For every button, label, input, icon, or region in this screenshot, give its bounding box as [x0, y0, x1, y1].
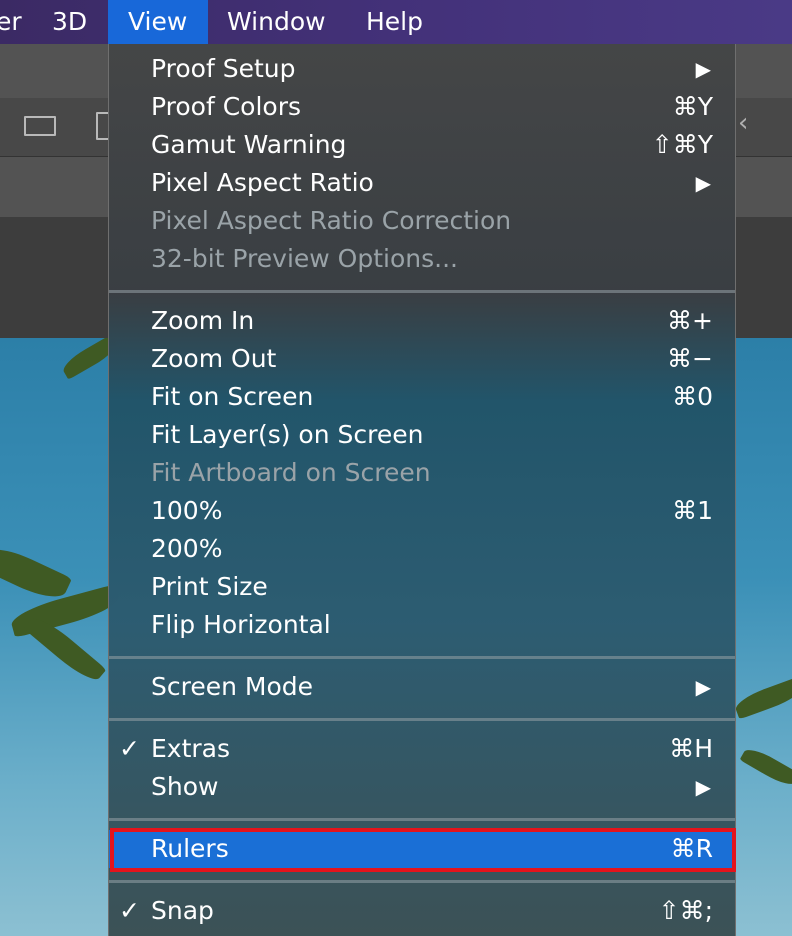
menu-item-zoom-200[interactable]: 200% — [109, 530, 735, 568]
menu-item-show[interactable]: Show ▶ — [109, 768, 735, 806]
menu-item-gamut-warning[interactable]: Gamut Warning ⇧⌘Y — [109, 126, 735, 164]
view-menu-dropdown: Proof Setup ▶ Proof Colors ⌘Y Gamut Warn… — [108, 44, 736, 936]
menu-item-rulers[interactable]: Rulers ⌘R — [109, 830, 735, 868]
menu-item-zoom-in[interactable]: Zoom In ⌘+ — [109, 302, 735, 340]
shortcut: ⌘+ — [667, 306, 713, 335]
menu-item-flip-horizontal[interactable]: Flip Horizontal — [109, 606, 735, 644]
menu-window[interactable]: Window — [227, 0, 326, 44]
menu-separator — [109, 656, 735, 659]
menu-item-fit-layers-on-screen[interactable]: Fit Layer(s) on Screen — [109, 416, 735, 454]
menu-bar: er 3D View Window Help — [0, 0, 792, 44]
submenu-arrow-icon: ▶ — [695, 171, 711, 195]
menu-item-extras[interactable]: ✓ Extras ⌘H — [109, 730, 735, 768]
shortcut: ⌘H — [669, 734, 713, 763]
menu-help[interactable]: Help — [366, 0, 423, 44]
menu-item-fit-on-screen[interactable]: Fit on Screen ⌘0 — [109, 378, 735, 416]
shortcut: ⌘R — [670, 834, 713, 863]
menu-item-proof-colors[interactable]: Proof Colors ⌘Y — [109, 88, 735, 126]
chevron-left-icon[interactable]: ‹ — [738, 108, 748, 138]
checkmark-icon: ✓ — [119, 896, 140, 925]
menu-item-fit-artboard-on-screen: Fit Artboard on Screen — [151, 458, 431, 487]
submenu-arrow-icon: ▶ — [695, 57, 711, 81]
menu-separator — [109, 818, 735, 821]
menu-item-pixel-aspect-ratio-correction: Pixel Aspect Ratio Correction — [151, 206, 512, 235]
menu-item-zoom-100[interactable]: 100% ⌘1 — [109, 492, 735, 530]
menu-item-print-size[interactable]: Print Size — [109, 568, 735, 606]
shortcut: ⇧⌘; — [658, 896, 713, 925]
menu-item-pixel-aspect-ratio[interactable]: Pixel Aspect Ratio ▶ — [109, 164, 735, 202]
menu-separator — [109, 880, 735, 883]
checkmark-icon: ✓ — [119, 734, 140, 763]
shortcut: ⌘1 — [672, 496, 713, 525]
shortcut: ⇧⌘Y — [651, 130, 713, 159]
menu-separator — [109, 290, 735, 293]
menu-view[interactable]: View — [108, 0, 208, 44]
shortcut: ⌘− — [667, 344, 713, 373]
shortcut: ⌘Y — [672, 92, 713, 121]
submenu-arrow-icon: ▶ — [695, 775, 711, 799]
palm-leaf — [0, 540, 73, 606]
menu-item-screen-mode[interactable]: Screen Mode ▶ — [109, 668, 735, 706]
menu-item-snap[interactable]: ✓ Snap ⇧⌘; — [109, 892, 735, 930]
align-icon[interactable] — [24, 116, 56, 136]
submenu-arrow-icon: ▶ — [695, 675, 711, 699]
menu-layer[interactable]: er — [0, 0, 22, 44]
shortcut: ⌘0 — [672, 382, 713, 411]
palm-leaf — [739, 744, 792, 790]
menu-separator — [109, 718, 735, 721]
menu-item-proof-setup[interactable]: Proof Setup ▶ — [109, 50, 735, 88]
menu-3d[interactable]: 3D — [52, 0, 87, 44]
palm-leaf — [732, 676, 792, 720]
menu-item-zoom-out[interactable]: Zoom Out ⌘− — [109, 340, 735, 378]
menu-item-32bit-preview-options: 32-bit Preview Options... — [151, 244, 458, 273]
